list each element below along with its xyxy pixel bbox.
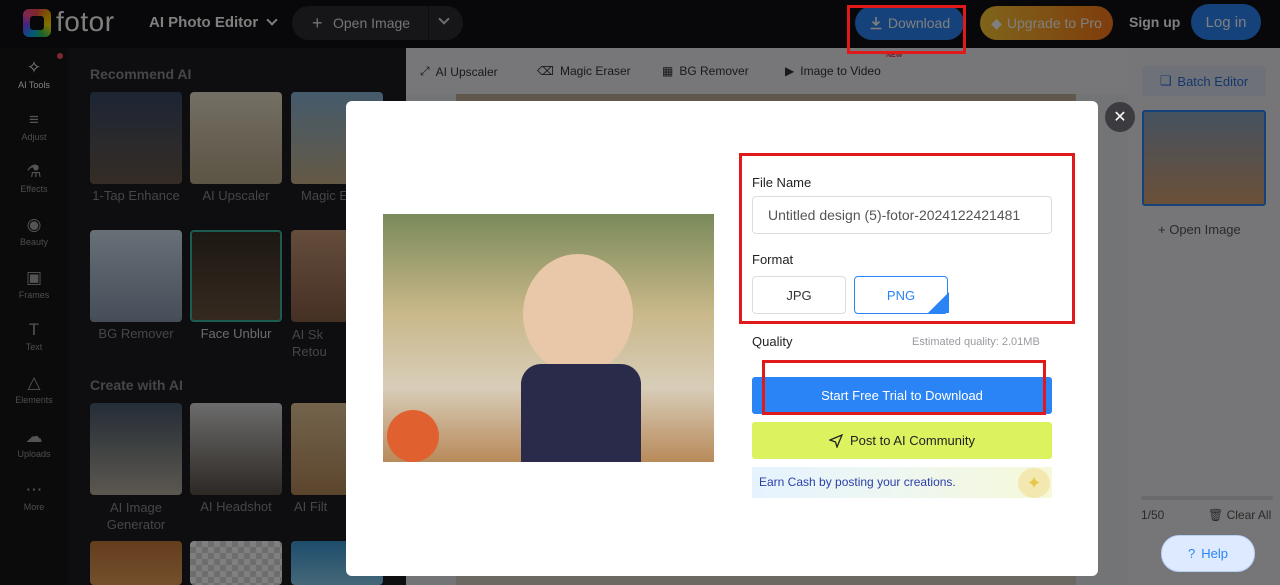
format-label: Format: [752, 252, 794, 267]
question-icon: ?: [1188, 546, 1196, 561]
child-shirt: [521, 364, 641, 462]
file-name-input[interactable]: Untitled design (5)-fotor-2024122421481: [752, 196, 1052, 234]
help-button[interactable]: ? Help: [1161, 535, 1255, 572]
estimated-quality: Estimated quality: 2.01MB: [912, 336, 1040, 348]
star-icon: ✦: [1018, 468, 1050, 498]
file-name-label: File Name: [752, 175, 812, 190]
format-jpg-option[interactable]: JPG: [752, 276, 846, 314]
earn-cash-banner[interactable]: Earn Cash by posting your creations.: [752, 467, 1052, 498]
image-preview: [383, 214, 714, 462]
send-icon: [829, 433, 843, 448]
selected-check-icon: [928, 292, 949, 313]
orange-object: [387, 410, 439, 462]
post-to-ai-community-button[interactable]: Post to AI Community: [752, 422, 1052, 459]
close-icon[interactable]: ✕: [1105, 102, 1135, 132]
quality-label: Quality: [752, 334, 793, 349]
help-label: Help: [1201, 546, 1228, 561]
child-figure: [523, 254, 633, 374]
start-free-trial-download-button[interactable]: Start Free Trial to Download: [752, 377, 1052, 414]
post-label: Post to AI Community: [850, 433, 975, 448]
